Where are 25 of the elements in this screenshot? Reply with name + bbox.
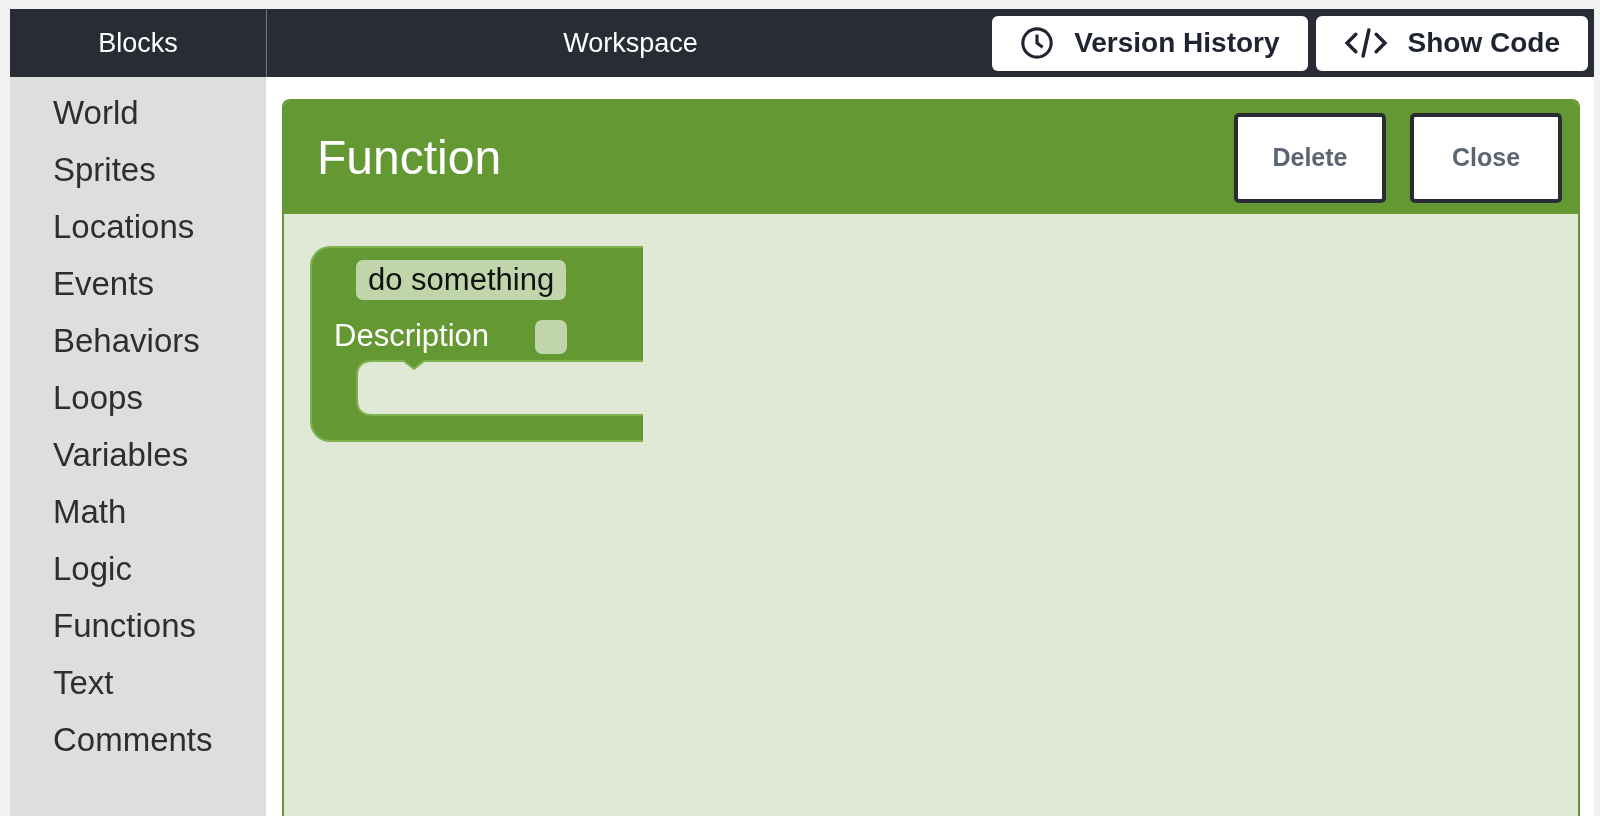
delete-button[interactable]: Delete bbox=[1234, 112, 1386, 203]
close-button[interactable]: Close bbox=[1410, 112, 1562, 203]
function-name-field[interactable]: do something bbox=[356, 260, 567, 300]
description-checkbox[interactable] bbox=[535, 320, 567, 354]
workspace-title: Workspace bbox=[562, 27, 699, 59]
function-block[interactable]: do something Description bbox=[310, 246, 643, 442]
category-item[interactable]: Functions bbox=[53, 602, 266, 659]
category-item[interactable]: Events bbox=[53, 260, 266, 317]
category-item[interactable]: Text bbox=[53, 659, 266, 716]
category-item[interactable]: Locations bbox=[53, 203, 266, 260]
category-item[interactable]: Comments bbox=[53, 716, 266, 773]
code-icon bbox=[1343, 27, 1388, 59]
category-item[interactable]: Math bbox=[53, 488, 266, 545]
category-item[interactable]: Sprites bbox=[53, 146, 266, 203]
category-item[interactable]: Variables bbox=[53, 431, 266, 488]
show-code-button[interactable]: Show Code bbox=[1315, 15, 1588, 71]
category-item[interactable]: Behaviors bbox=[53, 317, 266, 374]
panel-title: Function bbox=[317, 130, 503, 185]
clock-icon bbox=[1020, 26, 1055, 60]
category-item[interactable]: Loops bbox=[53, 374, 266, 431]
version-history-button[interactable]: Version History bbox=[992, 15, 1308, 71]
description-label: Description bbox=[334, 318, 490, 354]
category-item[interactable]: Logic bbox=[53, 545, 266, 602]
category-item[interactable]: World bbox=[53, 89, 266, 146]
blocks-title: Blocks bbox=[98, 27, 178, 59]
